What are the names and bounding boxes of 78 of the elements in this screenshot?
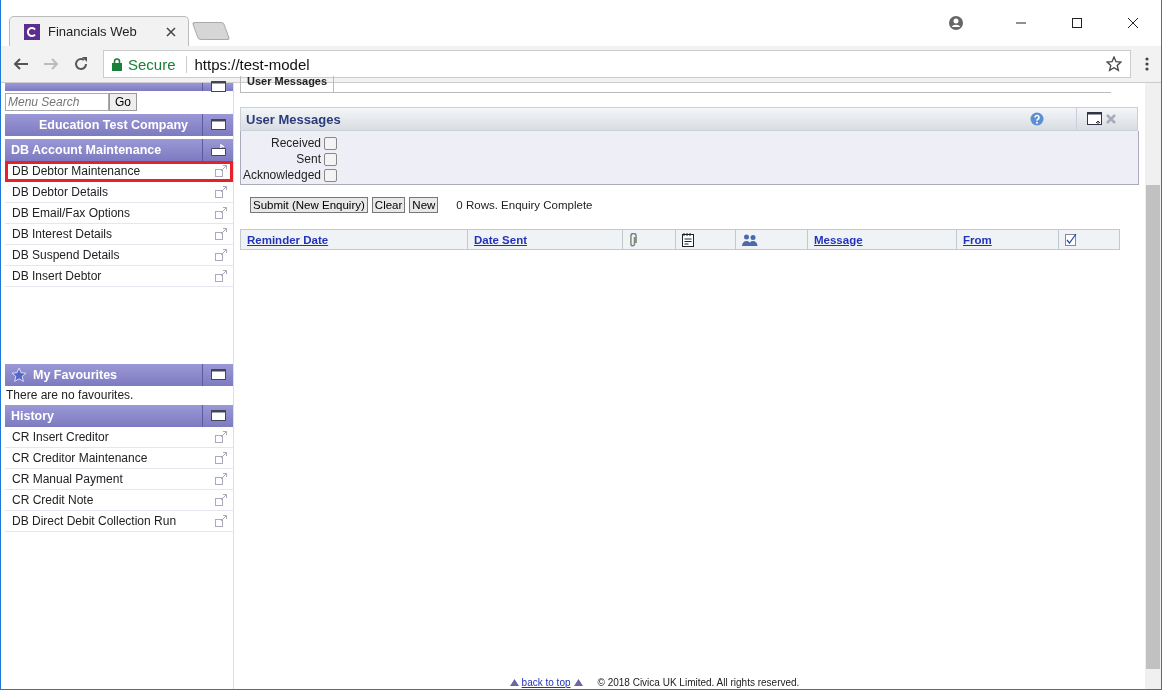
- action-button[interactable]: New: [409, 197, 439, 213]
- up-triangle-icon: [573, 678, 583, 686]
- menu-item[interactable]: DB Debtor Details: [5, 182, 233, 203]
- header-title: My Favourites: [33, 368, 118, 382]
- up-triangle-icon: [509, 678, 519, 686]
- tab-title: Financials Web: [48, 24, 138, 39]
- secure-label: Secure: [128, 55, 187, 73]
- copyright-text: © 2018 Civica UK Limited. All rights reserved.: [597, 676, 800, 688]
- menu-item[interactable]: CR Creditor Maintenance: [5, 448, 233, 469]
- go-button[interactable]: Go: [109, 93, 137, 111]
- browser-tab[interactable]: Financials Web: [9, 16, 189, 46]
- window-icon: [210, 81, 226, 93]
- help-icon[interactable]: [1030, 112, 1044, 126]
- lock-icon: [112, 57, 122, 71]
- star-icon[interactable]: [1106, 56, 1122, 72]
- column-header-link[interactable]: Date Sent: [474, 233, 528, 246]
- address-bar[interactable]: Secure https://test-model: [103, 50, 1131, 78]
- action-button[interactable]: Clear: [371, 197, 406, 213]
- menu-icon[interactable]: [1145, 56, 1149, 72]
- menu-item[interactable]: DB Suspend Details: [5, 245, 233, 266]
- action-button[interactable]: Submit (New Enquiry): [250, 197, 368, 213]
- open-window-icon: [215, 207, 227, 219]
- column-header-link[interactable]: Message: [814, 233, 863, 246]
- account-icon[interactable]: [949, 16, 963, 30]
- maximize-icon[interactable]: [1071, 17, 1083, 29]
- window-icon: [210, 410, 226, 422]
- url-text: https://test-model: [193, 55, 310, 73]
- reload-icon[interactable]: [73, 56, 89, 72]
- checkbox-label: Received: [270, 136, 321, 150]
- open-window-icon: [215, 452, 227, 464]
- open-window-icon: [215, 270, 227, 282]
- folder-icon: [210, 144, 226, 156]
- open-window-icon: [215, 186, 227, 198]
- window-icon[interactable]: [1087, 112, 1103, 126]
- search-field[interactable]: Menu Search: [5, 93, 109, 111]
- column-header-link[interactable]: Reminder Date: [247, 233, 329, 246]
- menu-item[interactable]: DB Debtor Maintenance: [5, 161, 233, 182]
- open-window-icon: [215, 494, 227, 506]
- back-to-top-link[interactable]: back to top: [521, 676, 571, 688]
- open-window-icon: [215, 515, 227, 527]
- scrollbar[interactable]: [1145, 83, 1161, 689]
- people-icon: [742, 233, 758, 246]
- star-icon: [11, 367, 27, 383]
- menu-item[interactable]: DB Direct Debit Collection Run: [5, 511, 233, 532]
- paperclip-icon: [629, 232, 637, 247]
- menu-item[interactable]: DB Interest Details: [5, 224, 233, 245]
- checkbox-label: Acknowledged: [242, 168, 321, 182]
- header-title: DB Account Maintenance: [11, 143, 162, 157]
- menu-item[interactable]: CR Insert Creditor: [5, 427, 233, 448]
- close-icon[interactable]: [1127, 17, 1139, 29]
- checkbox[interactable]: [324, 152, 337, 166]
- menu-item[interactable]: CR Manual Payment: [5, 469, 233, 490]
- close-icon[interactable]: [166, 26, 176, 37]
- notepad-icon: [682, 232, 694, 247]
- header-title: Education Test Company: [38, 118, 188, 132]
- window-icon: [210, 369, 226, 381]
- empty-message: There are no favourites.: [5, 387, 135, 402]
- open-window-icon: [215, 431, 227, 443]
- header-title: History: [11, 409, 55, 423]
- menu-item[interactable]: CR Credit Note: [5, 490, 233, 511]
- content-tab[interactable]: User Messages: [240, 76, 335, 93]
- checkbox[interactable]: [324, 168, 337, 182]
- open-window-icon: [215, 473, 227, 485]
- open-window-icon: [215, 165, 227, 177]
- scrollbar-thumb[interactable]: [1146, 185, 1160, 669]
- open-window-icon: [215, 249, 227, 261]
- menu-item[interactable]: DB Email/Fax Options: [5, 203, 233, 224]
- panel-title: User Messages: [246, 111, 341, 127]
- menu-item[interactable]: DB Insert Debtor: [5, 266, 233, 287]
- tick-box-icon: [1065, 233, 1077, 246]
- checkbox-label: Sent: [296, 152, 321, 166]
- column-header-link[interactable]: From: [963, 233, 992, 246]
- open-window-icon: [215, 228, 227, 240]
- back-arrow-icon[interactable]: [13, 56, 29, 72]
- checkbox[interactable]: [324, 136, 337, 150]
- status-text: 0 Rows. Enquiry Complete: [456, 199, 593, 211]
- c-logo-icon: [24, 23, 40, 40]
- window-icon: [210, 119, 226, 131]
